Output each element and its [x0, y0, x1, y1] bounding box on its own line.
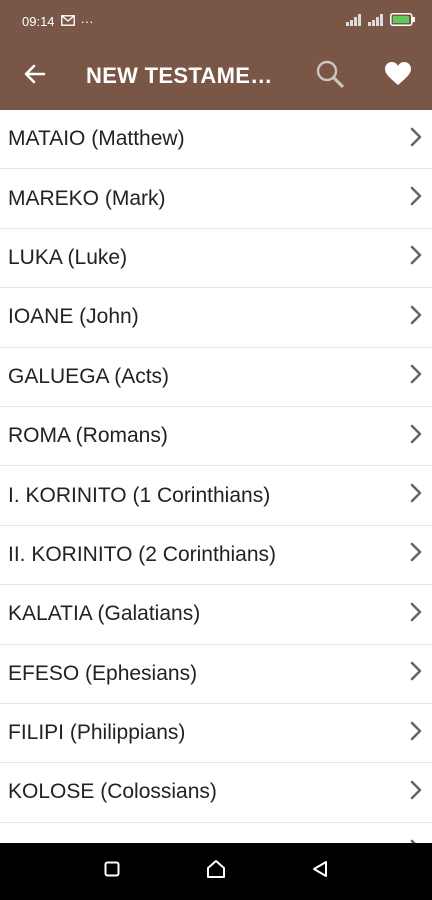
back-button[interactable] [0, 42, 70, 110]
book-list: MATAIO (Matthew) MAREKO (Mark) LUKA (Luke)… [0, 110, 432, 843]
list-item[interactable]: FILIPI (Philippians) [0, 704, 432, 764]
chevron-right-icon [410, 305, 422, 330]
page-title: NEW TESTAME… [86, 63, 273, 88]
list-item[interactable]: MATAIO (Matthew) [0, 110, 432, 170]
book-label: FILIPI (Philippians) [8, 721, 186, 745]
search-icon [315, 59, 345, 94]
chevron-right-icon [410, 186, 422, 211]
book-label: EFESO (Ephesians) [8, 661, 198, 685]
status-overflow: ··· [80, 13, 94, 29]
book-label: GALUEGA (Acts) [8, 364, 170, 388]
chevron-right-icon [410, 424, 422, 449]
book-label: MATAIO (Matthew) [8, 127, 185, 151]
chevron-right-icon [410, 364, 422, 389]
book-label: KOLOSE (Colossians) [8, 780, 217, 804]
chevron-right-icon [410, 780, 422, 805]
book-label: MAREKO (Mark) [8, 186, 166, 210]
list-item[interactable]: I. KORINITO (1 Corinthians) [0, 466, 432, 526]
heart-icon [385, 61, 411, 91]
book-label: KALATIA (Galatians) [8, 602, 201, 626]
chevron-right-icon [410, 542, 422, 567]
list-item[interactable]: IOANE (John) [0, 288, 432, 348]
app-bar: NEW TESTAME… [0, 42, 432, 110]
back-nav-button[interactable] [300, 852, 340, 892]
book-label: IOANE (John) [8, 305, 139, 329]
home-button[interactable] [196, 852, 236, 892]
list-item[interactable]: LUKA (Luke) [0, 229, 432, 289]
search-button[interactable] [296, 42, 364, 110]
book-label: ROMA (Romans) [8, 424, 168, 448]
signal-icon [368, 13, 384, 29]
square-icon [104, 861, 120, 882]
chevron-right-icon [410, 245, 422, 270]
list-item[interactable]: ROMA (Romans) [0, 407, 432, 467]
gmail-icon [60, 14, 75, 29]
recents-button[interactable] [92, 852, 132, 892]
battery-icon [390, 13, 416, 29]
list-item[interactable]: II. KORINITO (2 Corinthians) [0, 526, 432, 586]
book-label: LUKA (Luke) [8, 245, 128, 269]
list-item[interactable]: GALUEGA (Acts) [0, 348, 432, 407]
book-label: II. KORINITO (2 Corinthians) [8, 542, 277, 566]
list-item[interactable]: EFESO (Ephesians) [0, 645, 432, 704]
favorite-button[interactable] [364, 42, 432, 110]
chevron-right-icon [410, 483, 422, 508]
list-item[interactable]: KOLOSE (Colossians) [0, 763, 432, 823]
chevron-right-icon [410, 127, 422, 152]
book-label: I. KORINITO (1 Corinthians) [8, 483, 271, 507]
arrow-left-icon [24, 64, 46, 89]
list-item[interactable]: KALATIA (Galatians) [0, 585, 432, 645]
list-item[interactable]: MAREKO (Mark) [0, 169, 432, 229]
signal-icon [346, 13, 362, 29]
system-nav-bar [0, 843, 432, 900]
chevron-right-icon [410, 602, 422, 627]
status-bar: 09:14 ··· [0, 0, 432, 42]
chevron-right-icon [410, 721, 422, 746]
chevron-right-icon [410, 661, 422, 686]
list-item[interactable] [0, 823, 432, 843]
home-icon [206, 859, 226, 884]
back-triangle-icon [311, 860, 329, 883]
status-time: 09:14 [22, 13, 55, 29]
